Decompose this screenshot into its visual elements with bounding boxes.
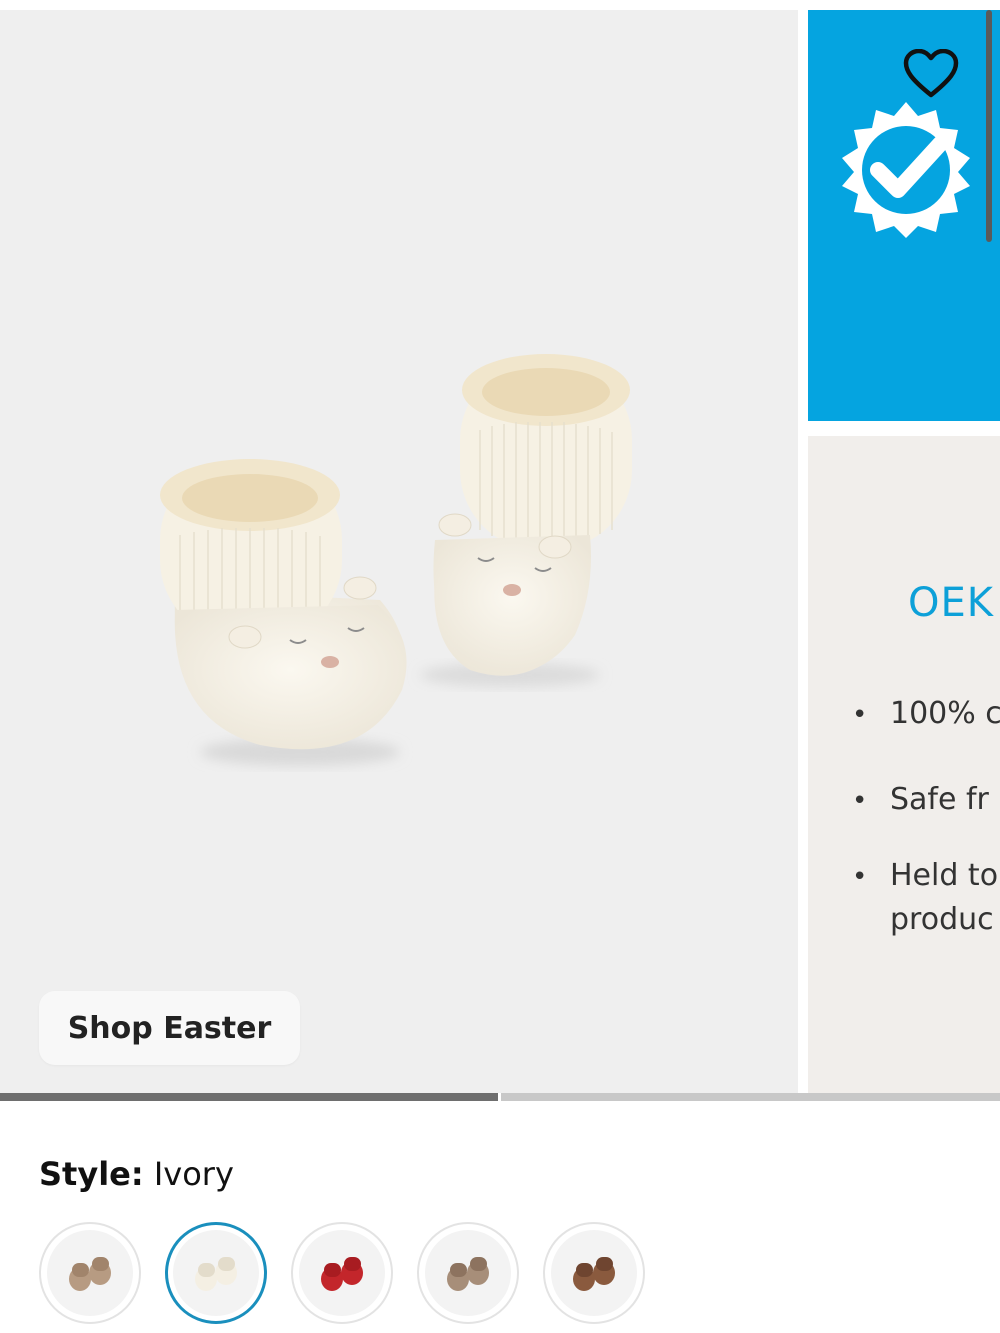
bullet-text: produc — [890, 902, 994, 937]
bullet-item: • 100% c — [852, 692, 1000, 737]
verified-check-badge-icon — [842, 102, 970, 238]
booties-illustration — [160, 354, 632, 766]
top-strip — [0, 0, 1000, 10]
favorite-button[interactable] — [900, 46, 962, 102]
style-label: Style: — [39, 1155, 144, 1193]
bullet-dot: • — [852, 786, 868, 816]
style-swatch[interactable] — [417, 1222, 519, 1324]
swatch-thumbnail — [551, 1230, 637, 1316]
heart-outline-icon — [903, 49, 959, 98]
style-swatch[interactable] — [39, 1222, 141, 1324]
bullet-dot: • — [852, 700, 868, 730]
style-selection: Style: Ivory — [39, 1155, 234, 1193]
bullet-text: Safe fr — [890, 782, 989, 817]
product-image[interactable]: Shop Easter — [0, 10, 798, 1093]
bullet-dot: • — [852, 862, 868, 892]
style-value: Ivory — [153, 1155, 234, 1193]
carousel-progress[interactable] — [0, 1093, 1000, 1101]
shop-easter-button[interactable]: Shop Easter — [39, 991, 300, 1065]
progress-divider — [498, 1093, 501, 1101]
style-swatches — [39, 1222, 659, 1328]
swatch-thumbnail — [299, 1230, 385, 1316]
certification-banner — [808, 10, 1000, 421]
style-swatch[interactable] — [291, 1222, 393, 1324]
certification-heading: OEK — [908, 580, 994, 626]
swatch-thumbnail — [425, 1230, 511, 1316]
swatch-thumbnail — [47, 1230, 133, 1316]
swatch-thumbnail — [173, 1230, 259, 1316]
style-swatch[interactable] — [165, 1222, 267, 1324]
bullet-item: • Safe fr — [852, 778, 989, 823]
bullet-text: Held to — [890, 858, 999, 893]
next-slide-panel[interactable]: OEK • 100% c • Safe fr • Held to produc — [808, 10, 1000, 1093]
bullet-text: 100% c — [890, 696, 1000, 731]
style-swatch[interactable] — [543, 1222, 645, 1324]
progress-indicator — [0, 1093, 498, 1101]
bullet-item: • Held to produc — [852, 854, 998, 942]
certification-info: OEK • 100% c • Safe fr • Held to produc — [808, 436, 1000, 1093]
scroll-thumb[interactable] — [986, 10, 992, 242]
